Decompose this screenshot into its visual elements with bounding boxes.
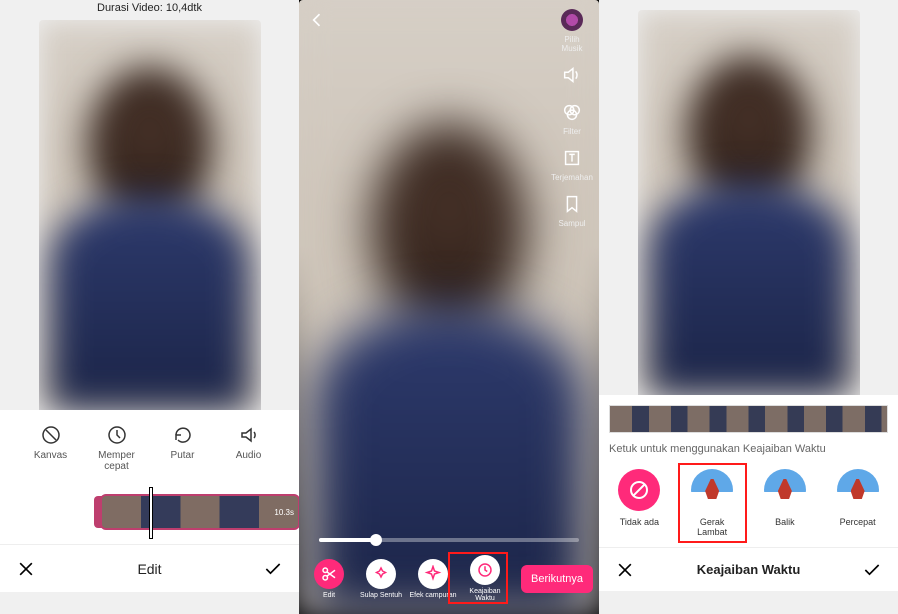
tool-audio[interactable]: Audio [225, 424, 273, 472]
tool-label: Audio [236, 450, 262, 461]
close-icon [615, 560, 635, 580]
video-preview[interactable] [39, 20, 261, 410]
keajaiban-waktu-panel: Ketuk untuk menggunakan Keajaiban Waktu … [599, 395, 898, 547]
sidebar-volume[interactable] [551, 63, 593, 90]
panel-edit: Durasi Video: 10,4dtk Kanvas Memper cepa… [0, 0, 299, 614]
sidebar-filter[interactable]: Filter [551, 100, 593, 136]
bottom-bar-title: Edit [137, 561, 161, 577]
panel-preview-fullscreen: Pilih Musik Filter Terjemahan Sampul Edi… [299, 0, 599, 614]
tidak-ada-thumb [618, 469, 660, 511]
option-label: Percepat [840, 517, 876, 527]
gerak-lambat-thumb [691, 469, 733, 511]
sidebar-label: Terjemahan [551, 173, 593, 182]
audio-icon [238, 424, 260, 446]
video-scrubber[interactable] [319, 538, 579, 542]
sidebar-label: Pilih Musik [562, 35, 583, 53]
tool-kanvas[interactable]: Kanvas [27, 424, 75, 472]
effect-efek-campuran[interactable]: Efek campuran [409, 559, 457, 599]
option-tidak-ada[interactable]: Tidak ada [611, 469, 668, 537]
time-options-row: Tidak ada Gerak Lambat Balik Percepat [609, 465, 888, 547]
tool-label: Putar [171, 450, 195, 461]
speed-icon [106, 424, 128, 446]
sidebar-label: Sampul [558, 219, 585, 228]
text-icon [561, 147, 583, 169]
next-label: Berikutnya [531, 573, 583, 585]
option-label: Balik [775, 517, 795, 527]
scissors-icon [320, 565, 338, 583]
option-label: Tidak ada [620, 517, 659, 527]
time-magic-icon [476, 561, 494, 579]
cancel-button[interactable] [615, 560, 635, 580]
video-duration-label: Durasi Video: 10,4dtk [0, 0, 299, 20]
bottom-bar: Edit [0, 544, 299, 592]
effect-sulap-sentuh[interactable]: Sulap Sentuh [357, 559, 405, 599]
volume-icon [561, 64, 583, 86]
sidebar-terjemahan[interactable]: Terjemahan [551, 146, 593, 182]
music-disc-icon [561, 9, 583, 31]
cancel-button[interactable] [16, 559, 36, 579]
crop-icon [40, 424, 62, 446]
sidebar-label: Filter [563, 127, 581, 136]
option-percepat[interactable]: Percepat [829, 469, 886, 537]
check-icon [263, 559, 283, 579]
option-label: Gerak Lambat [684, 517, 741, 537]
option-balik[interactable]: Balik [757, 469, 814, 537]
next-button[interactable]: Berikutnya [521, 565, 593, 593]
bottom-bar-title: Keajaiban Waktu [697, 562, 801, 577]
video-preview[interactable] [638, 10, 860, 395]
effect-label: Edit [323, 592, 335, 599]
tool-label: Memper cepat [98, 450, 135, 472]
magic-touch-icon [372, 565, 390, 583]
sparkle-icon [424, 565, 442, 583]
edit-tools-row: Kanvas Memper cepat Putar Audio [0, 410, 299, 482]
chevron-left-icon [307, 10, 327, 30]
bookmark-icon [561, 193, 583, 215]
close-icon [16, 559, 36, 579]
filmstrip[interactable] [609, 405, 888, 433]
timeline-playhead[interactable] [150, 488, 152, 538]
panel-keajaiban-waktu: Ketuk untuk menggunakan Keajaiban Waktu … [599, 0, 898, 614]
effects-toolbar: Edit Sulap Sentuh Efek campuran Keajaiba… [299, 555, 599, 602]
right-sidebar: Pilih Musik Filter Terjemahan Sampul [551, 8, 593, 228]
clip-duration-badge: 10.3s [274, 508, 294, 517]
rotate-icon [172, 424, 194, 446]
confirm-button[interactable] [263, 559, 283, 579]
percepat-thumb [837, 469, 879, 511]
timeline[interactable]: 10.3s [0, 482, 299, 544]
timeline-clip[interactable]: 10.3s [100, 494, 299, 530]
option-gerak-lambat[interactable]: Gerak Lambat [684, 469, 741, 537]
hint-text: Ketuk untuk menggunakan Keajaiban Waktu [609, 443, 888, 455]
none-icon [627, 478, 651, 502]
confirm-button[interactable] [862, 560, 882, 580]
effect-label: Sulap Sentuh [360, 592, 402, 599]
tool-mempercepat[interactable]: Memper cepat [93, 424, 141, 472]
effect-label: Keajaiban Waktu [461, 588, 509, 602]
sidebar-musik[interactable]: Pilih Musik [551, 8, 593, 53]
effect-label: Efek campuran [409, 592, 456, 599]
balik-thumb [764, 469, 806, 511]
filter-icon [561, 101, 583, 123]
sidebar-sampul[interactable]: Sampul [551, 192, 593, 228]
effect-edit[interactable]: Edit [305, 559, 353, 599]
back-button[interactable] [307, 10, 327, 32]
check-icon [862, 560, 882, 580]
tool-label: Kanvas [34, 450, 67, 461]
tool-putar[interactable]: Putar [159, 424, 207, 472]
bottom-bar: Keajaiban Waktu [599, 547, 898, 591]
effect-keajaiban-waktu[interactable]: Keajaiban Waktu [461, 555, 509, 602]
